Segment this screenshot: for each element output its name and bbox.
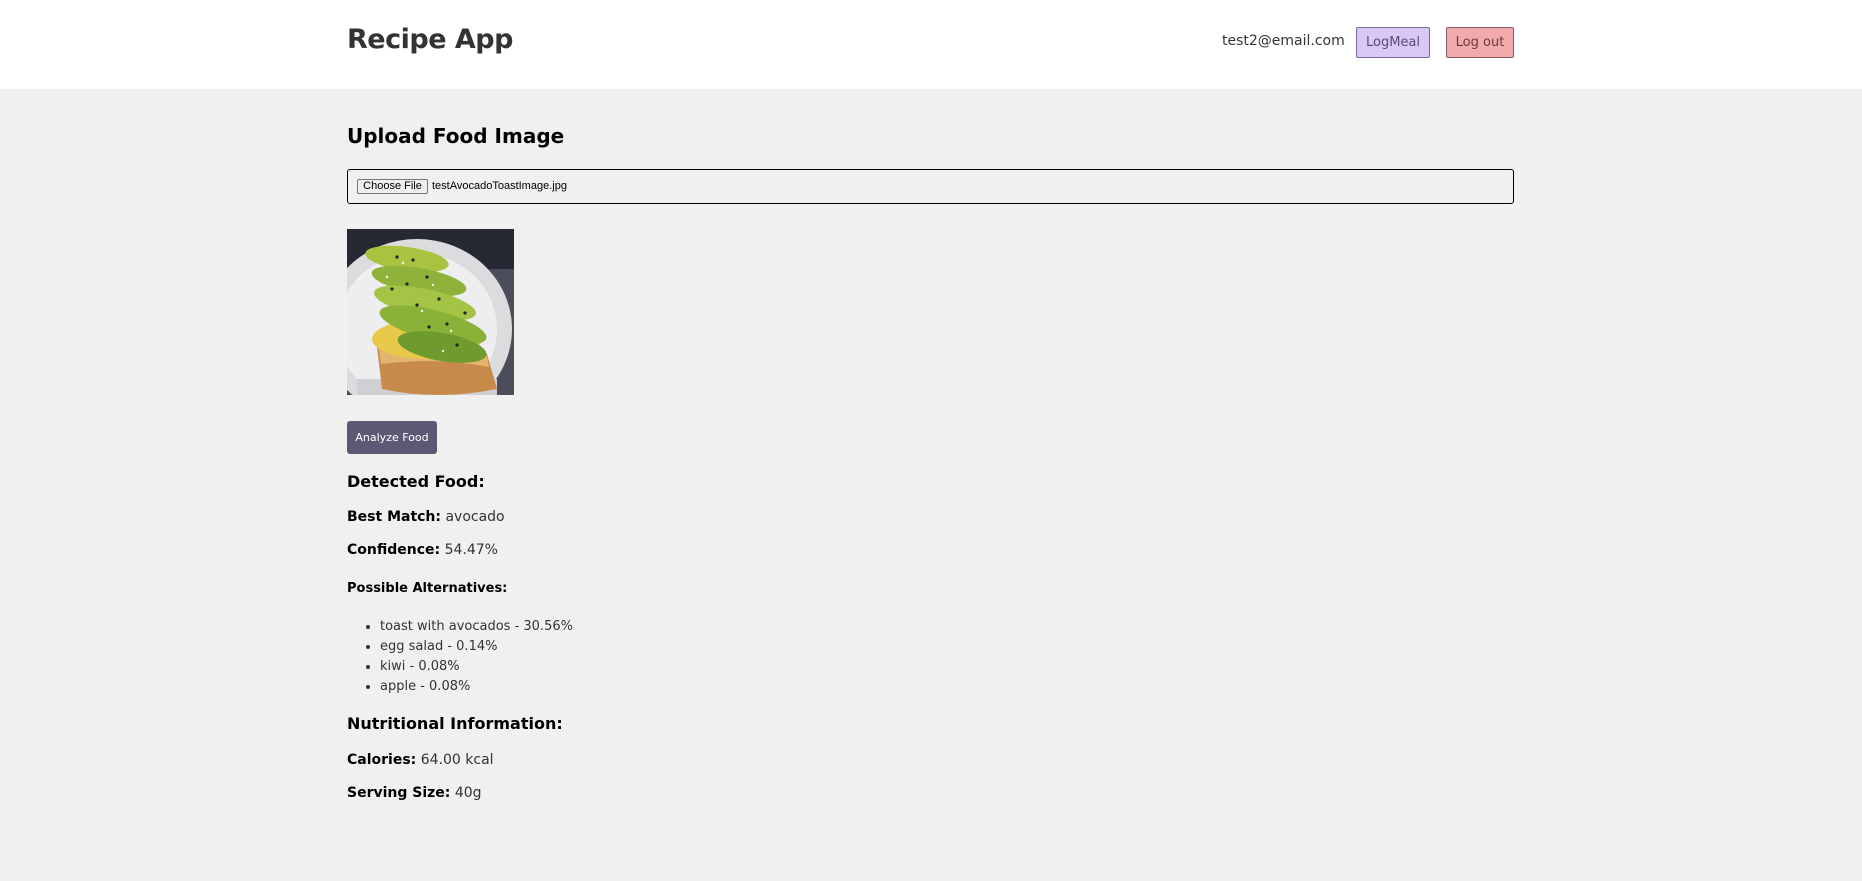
analyze-food-button[interactable]: Analyze Food [347, 421, 437, 454]
logout-button[interactable]: Log out [1446, 27, 1514, 58]
list-item: apple - 0.08% [380, 677, 573, 697]
serving-size-label: Serving Size: [347, 785, 451, 801]
calories-value: 64.00 kcal [420, 752, 494, 768]
confidence-value: 54.47% [444, 542, 498, 558]
list-item: toast with avocados - 30.56% [380, 617, 573, 637]
upload-title: Upload Food Image [347, 124, 565, 148]
serving-size-value: 40g [454, 785, 482, 801]
selected-file-name: testAvocadoToastImage.jpg [432, 180, 567, 192]
detected-food-heading: Detected Food: [347, 472, 485, 491]
calories-label: Calories: [347, 752, 417, 768]
calories-row: Calories: 64.00 kcal [347, 752, 494, 768]
best-match-row: Best Match: avocado [347, 509, 505, 525]
best-match-label: Best Match: [347, 509, 442, 525]
alternatives-heading: Possible Alternatives: [347, 581, 508, 596]
food-image-preview [347, 229, 514, 395]
app-header: Recipe App test2@email.com LogMeal Log o… [0, 0, 1862, 89]
alternatives-list: toast with avocados - 30.56% egg salad -… [380, 617, 573, 697]
app-title: Recipe App [347, 24, 513, 55]
list-item: egg salad - 0.14% [380, 637, 573, 657]
confidence-label: Confidence: [347, 542, 441, 558]
list-item: kiwi - 0.08% [380, 657, 573, 677]
file-input[interactable]: Choose File testAvocadoToastImage.jpg [347, 169, 1514, 204]
logmeal-button[interactable]: LogMeal [1356, 27, 1430, 58]
confidence-row: Confidence: 54.47% [347, 542, 498, 558]
user-email: test2@email.com [1222, 33, 1345, 49]
nutrition-heading: Nutritional Information: [347, 714, 563, 733]
serving-size-row: Serving Size: 40g [347, 785, 482, 801]
choose-file-button[interactable]: Choose File [357, 179, 428, 194]
best-match-value: avocado [445, 509, 505, 525]
